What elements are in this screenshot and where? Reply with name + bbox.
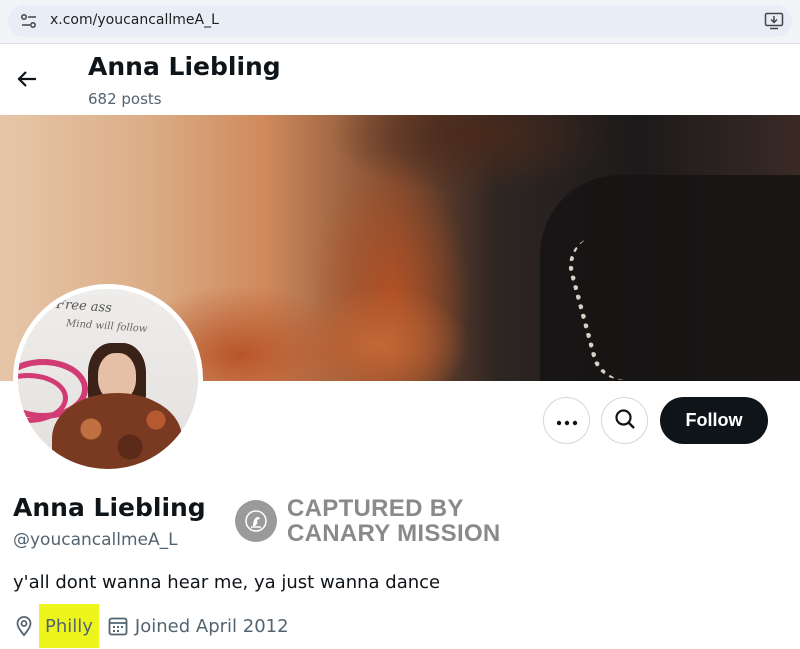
search-profile-button[interactable] — [601, 397, 648, 444]
browser-toolbar: x.com/youcancallmeA_L — [0, 0, 800, 44]
more-options-button[interactable] — [543, 397, 590, 444]
site-info-icon[interactable] — [20, 13, 38, 29]
profile-meta: Philly Joined April 2012 — [13, 604, 289, 648]
profile-location: Philly — [39, 604, 99, 648]
watermark-line-1: CAPTURED BY — [287, 495, 464, 522]
address-bar[interactable]: x.com/youcancallmeA_L — [8, 5, 792, 37]
post-count: 682 posts — [88, 90, 162, 108]
profile-joined-date: Joined April 2012 — [134, 615, 289, 637]
arrow-left-icon — [15, 67, 39, 95]
follow-button[interactable]: Follow — [660, 397, 768, 444]
back-button[interactable] — [10, 64, 44, 98]
watermark-line-2: CANARY MISSION — [287, 520, 501, 547]
more-horizontal-icon — [556, 411, 578, 430]
location-pin-icon — [13, 615, 35, 637]
canary-bird-icon — [235, 500, 277, 542]
url-text[interactable]: x.com/youcancallmeA_L — [50, 12, 219, 28]
watermark: CAPTURED BY CANARY MISSION — [235, 496, 501, 546]
search-icon — [614, 408, 636, 434]
calendar-icon — [107, 615, 129, 637]
header-title: Anna Liebling — [88, 52, 281, 81]
install-app-icon[interactable] — [764, 12, 784, 30]
avatar[interactable]: Free ass Mind will follow — [13, 284, 203, 474]
profile-handle: @youcancallmeA_L — [13, 530, 178, 550]
profile-bio: y'all dont wanna hear me, ya just wanna … — [13, 572, 441, 593]
profile-name: Anna Liebling — [13, 493, 206, 522]
